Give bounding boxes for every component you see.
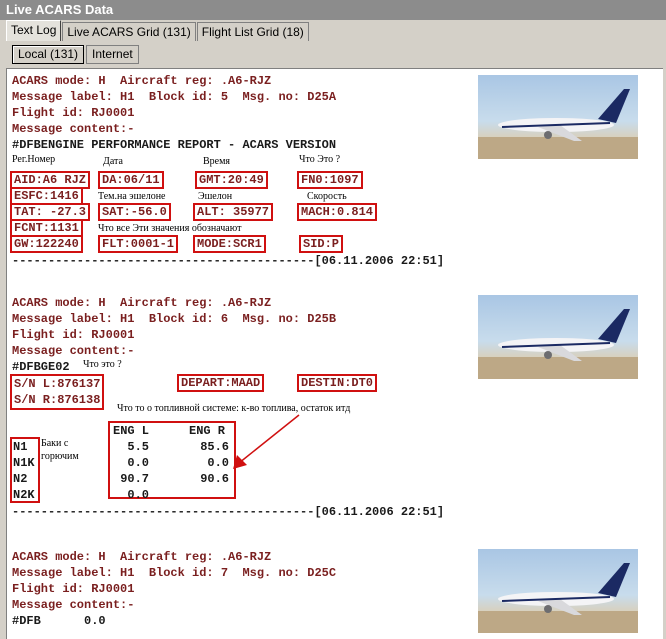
param-name: N2 <box>13 472 28 486</box>
aircraft-icon <box>478 89 638 159</box>
serial-numbers-field: S/N L:876137 S/N R:876138 <box>10 374 105 410</box>
ru-note: Баки с горючим <box>41 438 79 462</box>
fno-field: FN0:1097 <box>297 171 363 189</box>
param-name: N2K <box>13 488 35 502</box>
acars-mode-line: ACARS mode: H Aircraft reg: .A6-RJZ <box>12 74 272 88</box>
ru-note: Время <box>203 156 231 167</box>
gmt-field: GMT:20:49 <box>195 171 268 189</box>
eng-l-value: 0.0 <box>127 488 149 502</box>
flight-id-line: Flight id: RJ0001 <box>12 106 135 120</box>
aircraft-icon <box>478 563 638 633</box>
entry-separator: ----------------------------------------… <box>12 254 445 268</box>
gw-field: GW:122240 <box>10 235 83 253</box>
annotation-arrow-icon <box>233 414 300 469</box>
sid-field: SID:P <box>299 235 344 253</box>
da-field: DA:06/11 <box>98 171 164 189</box>
report-header-line: #DFBGE02 <box>12 360 70 374</box>
message-label-line: Message label: H1 Block id: 6 Msg. no: D… <box>12 312 337 326</box>
mode-field: MODE:SCR1 <box>193 235 266 253</box>
ru-note: Дата <box>103 156 123 167</box>
text-log-panel[interactable]: ACARS mode: H Aircraft reg: .A6-RJZ Mess… <box>6 68 663 639</box>
param-name: N1 <box>13 440 28 454</box>
tab-live-acars-grid[interactable]: Live ACARS Grid (131) <box>62 22 196 41</box>
message-content-line: Message content:- <box>12 344 135 358</box>
destin-field: DESTIN:DT0 <box>297 374 378 392</box>
acars-mode-line: ACARS mode: H Aircraft reg: .A6-RJZ <box>12 550 272 564</box>
message-content-line: Message content:- <box>12 122 135 136</box>
sat-field: SAT:-56.0 <box>98 203 171 221</box>
aircraft-icon <box>478 309 638 379</box>
tab-internet[interactable]: Internet <box>86 45 139 64</box>
mach-field: MACH:0.814 <box>297 203 378 221</box>
aircraft-photo <box>478 295 638 379</box>
ru-note: Рег.Номер <box>12 154 56 165</box>
tab-flight-list-grid[interactable]: Flight List Grid (18) <box>196 22 309 41</box>
ru-note: Что Это ? <box>299 154 341 165</box>
message-content-line: Message content:- <box>12 598 135 612</box>
eng-r-value: 90.6 <box>200 472 229 486</box>
tab-text-log[interactable]: Text Log <box>6 20 62 41</box>
source-tabs: Local (131) Internet <box>12 45 139 64</box>
message-label-line: Message label: H1 Block id: 7 Msg. no: D… <box>12 566 337 580</box>
eng-r-header: ENG R <box>189 424 226 438</box>
window-title: Live ACARS Data <box>0 0 666 20</box>
ru-note: Тем.на эшелоне <box>98 191 166 202</box>
eng-r-value: 85.6 <box>200 440 229 454</box>
ru-note: Скорость <box>307 191 347 202</box>
depart-field: DEPART:MAAD <box>177 374 265 392</box>
report-header-line: #DFB 0.0 <box>12 614 106 628</box>
aircraft-photo <box>478 75 638 159</box>
flight-id-line: Flight id: RJ0001 <box>12 582 135 596</box>
eng-l-header: ENG L <box>113 424 150 438</box>
param-name: N1K <box>13 456 35 470</box>
tab-local[interactable]: Local (131) <box>12 45 85 64</box>
main-tabs: Text Log Live ACARS Grid (131) Flight Li… <box>6 20 310 41</box>
eng-l-value: 90.7 <box>120 472 149 486</box>
entry-separator: ----------------------------------------… <box>12 505 445 519</box>
ru-note: Что это ? <box>83 359 122 370</box>
alt-field: ALT: 35977 <box>193 203 274 221</box>
message-label-line: Message label: H1 Block id: 5 Msg. no: D… <box>12 90 337 104</box>
flt-field: FLT:0001-1 <box>98 235 179 253</box>
acars-mode-line: ACARS mode: H Aircraft reg: .A6-RJZ <box>12 296 272 310</box>
aircraft-photo <box>478 549 638 633</box>
flight-id-line: Flight id: RJ0001 <box>12 328 135 342</box>
eng-l-value: 5.5 <box>127 440 149 454</box>
ru-note: Эшелон <box>198 191 233 202</box>
report-header-line: #DFBENGINE PERFORMANCE REPORT - ACARS VE… <box>12 138 337 152</box>
eng-l-value: 0.0 <box>127 456 149 470</box>
ru-note: Что все Эти значения обозначают <box>98 223 242 234</box>
eng-r-value: 0.0 <box>207 456 229 470</box>
